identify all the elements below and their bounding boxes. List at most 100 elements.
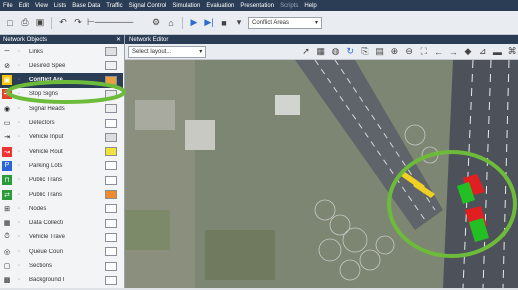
lock-icon[interactable]: ◦	[14, 161, 24, 171]
time-slider-icon[interactable]: ⊢──────	[87, 17, 147, 29]
menu-item[interactable]: Signal Control	[129, 3, 167, 9]
network-objects-title: Network Objects	[3, 36, 48, 43]
color-swatch[interactable]	[105, 161, 117, 171]
menu-item[interactable]: Scripts	[280, 3, 298, 9]
menu-item[interactable]: File	[3, 3, 13, 9]
color-swatch[interactable]	[105, 175, 117, 185]
lock-icon[interactable]: ◦	[14, 132, 24, 142]
lock-icon[interactable]: ◦	[14, 75, 24, 85]
conflict-areas-combo[interactable]: Conflict Areas ▾	[248, 16, 322, 29]
network-object-row[interactable]: ⇄ ◦ Public Trans	[0, 187, 123, 202]
color-swatch[interactable]	[105, 61, 117, 71]
lock-icon[interactable]: ◦	[14, 190, 24, 200]
print-icon[interactable]: ▬	[492, 46, 504, 58]
play-icon[interactable]: ▶	[188, 17, 200, 29]
zoom-in-icon[interactable]: ⊕	[389, 46, 401, 58]
undo-icon[interactable]: ↶	[57, 17, 69, 29]
color-swatch[interactable]	[105, 89, 117, 99]
network-object-row[interactable]: ─ ◦ Links	[0, 44, 123, 59]
lock-icon[interactable]: ◦	[14, 61, 24, 71]
map-icon[interactable]: ⌘	[506, 46, 518, 58]
network-object-row[interactable]: ⊓ ◦ Public Trans	[0, 173, 123, 188]
save-icon[interactable]: ▣	[34, 17, 46, 29]
lock-icon[interactable]: ◦	[14, 147, 24, 157]
network-object-row[interactable]: ▭ ◦ Detectors	[0, 116, 123, 131]
color-swatch[interactable]	[105, 75, 117, 85]
color-swatch[interactable]	[105, 261, 117, 271]
stop-icon[interactable]: ■	[218, 17, 230, 29]
settings-icon[interactable]: ⚙	[150, 17, 162, 29]
paste-icon[interactable]: ▤	[374, 46, 386, 58]
step-icon[interactable]: ▶|	[203, 17, 215, 29]
redo-icon[interactable]: ↷	[72, 17, 84, 29]
home-icon[interactable]: ⌂	[165, 17, 177, 29]
network-object-row[interactable]: ⇥ ◦ Vehicle Input	[0, 130, 123, 145]
lock-icon[interactable]: ◦	[14, 275, 24, 285]
network-object-label: Vehicle Trave	[29, 234, 66, 241]
color-swatch[interactable]	[105, 132, 117, 142]
network-object-row[interactable]: ▣ ◦ Conflict Are	[0, 72, 123, 88]
menu-item[interactable]: Help	[304, 3, 316, 9]
map-canvas[interactable]	[125, 59, 518, 289]
network-object-row[interactable]: ▢ ◦ Sections	[0, 259, 123, 274]
lock-icon[interactable]: ◦	[14, 118, 24, 128]
network-object-row[interactable]: ◎ ◦ Queue Coun	[0, 244, 123, 259]
close-icon[interactable]: ✕	[116, 36, 121, 43]
lock-icon[interactable]: ◦	[14, 104, 24, 114]
menu-item[interactable]: Evaluation	[206, 3, 234, 9]
color-swatch[interactable]	[105, 218, 117, 228]
globe-icon[interactable]: ◍	[330, 46, 342, 58]
menu-item[interactable]: Presentation	[240, 3, 274, 9]
measure-icon[interactable]: ⊿	[477, 46, 489, 58]
color-swatch[interactable]	[105, 47, 117, 56]
network-object-row[interactable]: ⊞ ◦ Nodes	[0, 201, 123, 216]
network-object-row[interactable]: ⊘ ◦ Desired Spee	[0, 58, 123, 73]
color-swatch[interactable]	[105, 204, 117, 214]
network-object-row[interactable]: ⛔ ◦ Stop Signs	[0, 87, 123, 102]
color-swatch[interactable]	[105, 275, 117, 285]
network-object-row[interactable]: ⏱ ◦ Vehicle Trave	[0, 230, 123, 245]
lock-icon[interactable]: ◦	[14, 218, 24, 228]
color-swatch[interactable]	[105, 232, 117, 242]
lock-icon[interactable]: ◦	[14, 261, 24, 271]
color-swatch[interactable]	[105, 104, 117, 114]
color-swatch[interactable]	[105, 118, 117, 128]
menu-item[interactable]: Traffic	[106, 3, 122, 9]
color-swatch[interactable]	[105, 190, 117, 199]
grid-icon[interactable]: ▦	[315, 46, 327, 58]
menu-item[interactable]: Simulation	[172, 3, 200, 9]
network-object-row[interactable]: ▦ ◦ Data Collecti	[0, 216, 123, 231]
rooftop	[185, 120, 215, 150]
lock-icon[interactable]: ◦	[14, 175, 24, 185]
lock-icon[interactable]: ◦	[14, 247, 24, 257]
zoom-fit-icon[interactable]: ⛶	[418, 46, 430, 58]
zoom-out-icon[interactable]: ⊖	[403, 46, 415, 58]
menu-item[interactable]: View	[35, 3, 48, 9]
dropdown-icon[interactable]: ▾	[233, 17, 245, 29]
color-swatch[interactable]	[105, 147, 117, 157]
menu-item[interactable]: Edit	[19, 3, 29, 9]
3d-icon[interactable]: ◆	[462, 46, 474, 58]
back-icon[interactable]: ←	[433, 46, 445, 58]
lock-icon[interactable]: ◦	[14, 232, 24, 242]
conflict-area-icon: ▣	[2, 75, 12, 86]
lock-icon[interactable]: ◦	[14, 204, 24, 214]
open-file-icon[interactable]: ⎙	[19, 17, 31, 29]
menu-item[interactable]: Lists	[54, 3, 66, 9]
color-swatch[interactable]	[105, 247, 117, 257]
forward-icon[interactable]: →	[447, 46, 459, 58]
new-file-icon[interactable]: □	[4, 17, 16, 29]
network-map-view[interactable]	[125, 59, 518, 289]
network-object-row[interactable]: ◉ ◦ Signal Heads	[0, 101, 123, 116]
lock-icon[interactable]: ◦	[14, 47, 24, 57]
layout-select[interactable]: Select layout... ▾	[128, 45, 207, 58]
network-object-row[interactable]: ▩ ◦ Background I	[0, 273, 123, 288]
copy-icon[interactable]: ⎘	[359, 46, 371, 58]
network-object-row[interactable]: P ◦ Parking Lots	[0, 158, 123, 173]
detector-icon: ▭	[3, 120, 11, 127]
select-mode-icon[interactable]: ➚	[300, 46, 312, 58]
menu-item[interactable]: Base Data	[72, 3, 100, 9]
lock-icon[interactable]: ◦	[14, 89, 24, 99]
network-object-row[interactable]: ↝ ◦ Vehicle Rout	[0, 144, 123, 159]
rotate-icon[interactable]: ↻	[344, 46, 356, 58]
